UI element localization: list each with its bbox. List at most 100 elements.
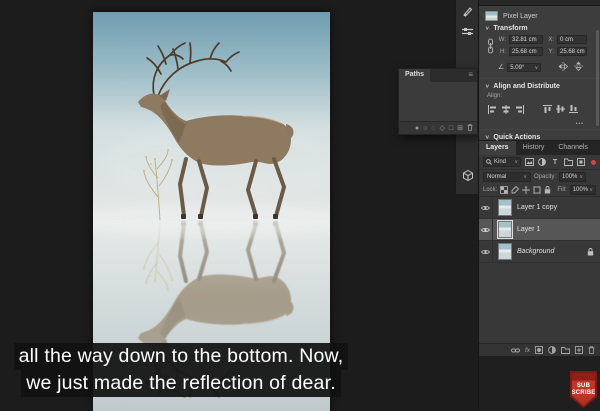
layer-row-layer1[interactable]: Layer 1 — [479, 219, 600, 241]
y-label: Y: — [546, 49, 554, 55]
pixel-layer-thumbnail-icon — [485, 11, 498, 21]
add-layer-mask-icon[interactable] — [535, 346, 543, 354]
filter-smart-object-icon[interactable] — [576, 157, 586, 167]
make-work-path-icon[interactable]: ◇ — [440, 125, 445, 132]
libraries-cube-icon[interactable] — [456, 166, 479, 184]
lock-position-icon[interactable] — [522, 186, 530, 194]
new-adjustment-layer-icon[interactable] — [548, 346, 556, 354]
layers-tabbar: Layers History Channels ≡ — [479, 141, 600, 155]
pen-paths-icon[interactable] — [456, 2, 479, 20]
link-layers-icon[interactable] — [511, 347, 520, 354]
visibility-toggle[interactable] — [479, 197, 493, 218]
filter-kind-dropdown[interactable]: Kind ∨ — [483, 157, 521, 167]
tab-channels[interactable]: Channels — [551, 141, 595, 155]
fill-field[interactable]: 100% ∨ — [570, 185, 596, 195]
filter-pixel-layers-icon[interactable] — [524, 157, 534, 167]
properties-sliders-icon[interactable] — [456, 22, 479, 40]
layer-thumbnail[interactable] — [498, 243, 512, 260]
eye-icon — [481, 249, 490, 255]
tab-layers[interactable]: Layers — [479, 141, 516, 155]
rotate-angle-icon: ∠ — [498, 63, 504, 71]
chevron-down-icon: ∨ — [485, 84, 489, 90]
layer-effects-icon[interactable]: fx — [525, 347, 530, 354]
layer-name[interactable]: Layer 1 — [517, 226, 540, 233]
lock-transparency-icon[interactable] — [500, 186, 508, 194]
filter-group-layers-icon[interactable] — [563, 157, 573, 167]
layers-panel-menu-icon[interactable]: ≡ — [595, 141, 600, 155]
new-layer-icon[interactable] — [575, 346, 583, 354]
paths-footer: ● ○ ◌ ◇ □ ⊞ — [399, 121, 477, 134]
blend-mode-dropdown[interactable]: Normal ∨ — [483, 172, 531, 182]
align-more-options[interactable]: ••• — [485, 121, 584, 127]
stroke-path-icon[interactable]: ○ — [423, 125, 427, 132]
lock-all-icon[interactable] — [544, 186, 551, 194]
lock-artboard-icon[interactable] — [533, 186, 541, 194]
delete-layer-icon[interactable] — [588, 346, 595, 354]
video-captions: all the way down to the bottom. Now, we … — [0, 343, 362, 397]
new-group-icon[interactable] — [561, 347, 570, 354]
chevron-down-icon: ∨ — [589, 187, 593, 194]
layers-footer: fx — [479, 343, 600, 356]
align-left-icon[interactable] — [487, 101, 497, 119]
caption-line-1: all the way down to the bottom. Now, — [14, 343, 349, 370]
caption-line-2: we just made the reflection of dear. — [21, 370, 341, 397]
layer-name[interactable]: Layer 1 copy — [517, 204, 557, 211]
new-path-icon[interactable]: ⊞ — [457, 125, 463, 132]
visibility-toggle[interactable] — [479, 241, 493, 262]
layer-type-label: Pixel Layer — [503, 13, 538, 20]
fill-label: Fill: — [557, 187, 566, 193]
align-center-horizontal-icon[interactable] — [501, 101, 511, 119]
filter-adjustment-layers-icon[interactable] — [537, 157, 547, 167]
paths-panel: Paths ≡ ● ○ ◌ ◇ □ ⊞ — [398, 68, 478, 135]
layer-row-layer1-copy[interactable]: Layer 1 copy — [479, 197, 600, 219]
delete-path-icon[interactable] — [467, 124, 473, 133]
align-section-header[interactable]: ∨ Align and Distribute — [485, 81, 594, 92]
layers-panel: Layers History Channels ≡ Kind ∨ T — [479, 140, 600, 356]
height-field[interactable]: 25.68 cm — [509, 47, 543, 56]
tab-history[interactable]: History — [516, 141, 552, 155]
align-right-icon[interactable] — [515, 101, 525, 119]
chevron-down-icon: ∨ — [485, 135, 489, 141]
fill-path-icon[interactable]: ● — [415, 125, 419, 132]
visibility-toggle[interactable] — [479, 219, 493, 240]
quick-actions-section-header[interactable]: ∨ Quick Actions — [485, 132, 594, 143]
lock-row: Lock: Fill: 100% ∨ — [479, 184, 600, 197]
width-label: W: — [498, 37, 506, 43]
load-selection-icon[interactable]: ◌ — [431, 125, 435, 132]
y-field[interactable]: 25.68 cm — [557, 47, 587, 56]
layer-thumbnail[interactable] — [498, 221, 512, 238]
opacity-field[interactable]: 100% ∨ — [559, 172, 586, 182]
flip-vertical-icon[interactable] — [574, 58, 583, 76]
eye-icon — [481, 205, 490, 211]
align-bottom-icon[interactable] — [569, 101, 578, 119]
chevron-down-icon: ∨ — [485, 26, 489, 32]
rotation-angle-field[interactable]: 5.09° ∨ — [507, 63, 541, 72]
add-mask-icon[interactable]: □ — [449, 125, 453, 132]
flip-horizontal-icon[interactable] — [558, 58, 568, 76]
height-label: H: — [498, 49, 506, 55]
chevron-down-icon: ∨ — [523, 174, 527, 181]
chevron-down-icon: ∨ — [535, 65, 539, 71]
paths-menu-icon[interactable]: ≡ — [464, 69, 477, 82]
align-middle-vertical-icon[interactable] — [556, 101, 565, 119]
tab-paths[interactable]: Paths — [399, 69, 430, 82]
properties-panel: Pixel Layer ∨ Transform W: 32.81 cm X: 0… — [479, 6, 600, 140]
opacity-label: Opacity: — [534, 174, 556, 180]
align-top-icon[interactable] — [543, 101, 552, 119]
layer-thumbnail[interactable] — [498, 199, 512, 216]
eye-icon — [481, 227, 490, 233]
lock-paint-brush-icon[interactable] — [511, 186, 519, 194]
width-field[interactable]: 32.81 cm — [509, 35, 543, 44]
filtering-on-indicator[interactable] — [591, 160, 596, 165]
link-dimensions-icon[interactable] — [485, 38, 495, 54]
background-lock-icon[interactable] — [587, 243, 594, 261]
x-field[interactable]: 0 cm — [557, 35, 587, 44]
panels-column: Pixel Layer ∨ Transform W: 32.81 cm X: 0… — [478, 0, 600, 411]
layer-row-background[interactable]: Background — [479, 241, 600, 263]
properties-scrollbar[interactable] — [596, 30, 599, 126]
paths-list-empty[interactable] — [399, 82, 477, 121]
transform-section-header[interactable]: ∨ Transform — [485, 23, 594, 34]
layer-name[interactable]: Background — [517, 248, 554, 255]
paths-tabbar: Paths ≡ — [399, 69, 477, 82]
filter-type-layers-icon[interactable]: T — [550, 157, 560, 167]
